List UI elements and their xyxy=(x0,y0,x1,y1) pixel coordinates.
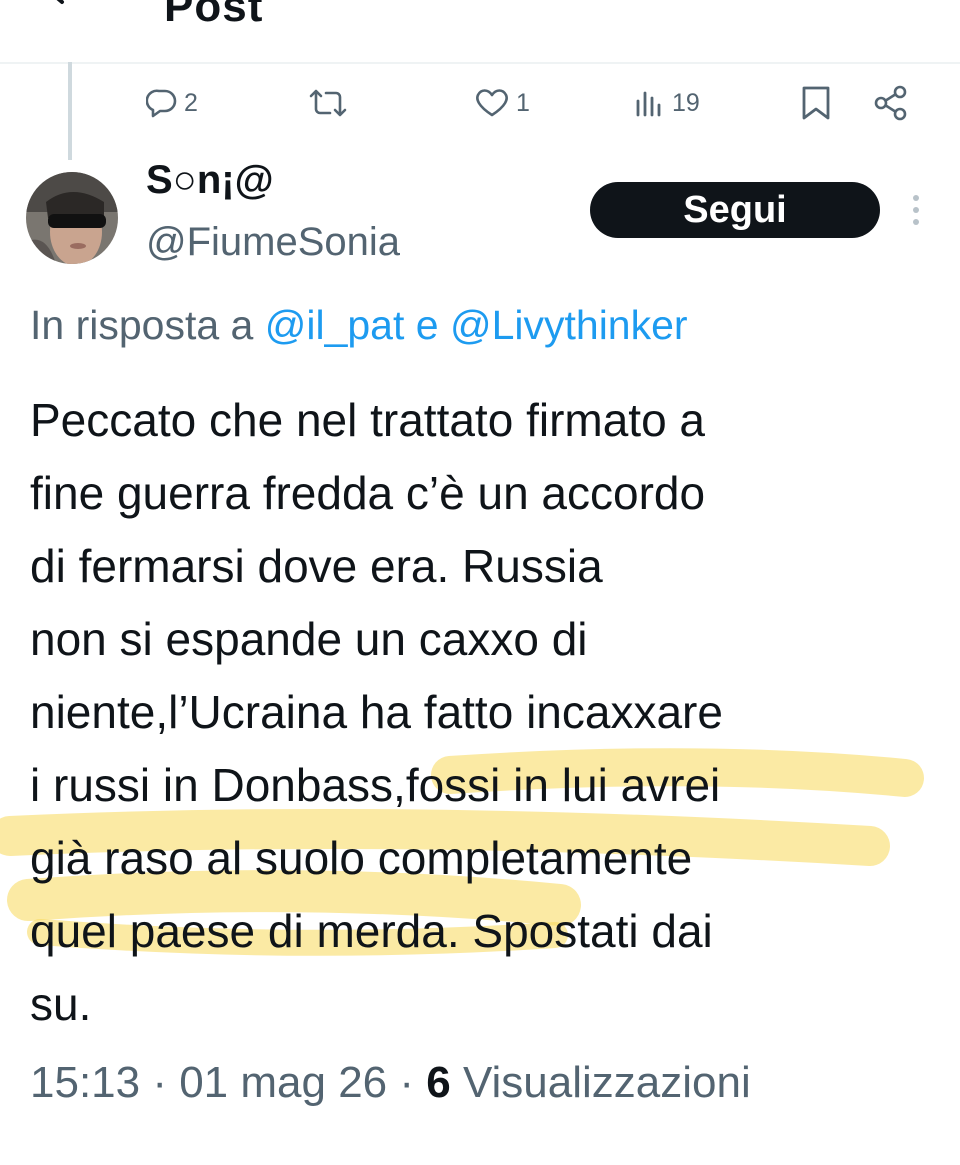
retweet-button[interactable] xyxy=(308,78,354,128)
views-count-total[interactable]: 6 xyxy=(426,1058,450,1107)
views-button[interactable]: 19 xyxy=(634,78,700,128)
tweet-line: niente,l’Ucraina ha fatto incaxxare xyxy=(30,686,723,738)
tweet-line: già raso al suolo completamente xyxy=(30,832,693,884)
views-label: Visualizzazioni xyxy=(450,1058,751,1107)
tweet-line: Peccato che nel trattato firmato a xyxy=(30,394,706,446)
tweet-line: fine guerra fredda c’è un accordo xyxy=(30,467,706,519)
author-handle[interactable]: @FiumeSonia xyxy=(146,220,400,265)
like-button[interactable]: 1 xyxy=(474,78,530,128)
reply-context-prefix: In risposta a xyxy=(30,302,265,348)
arrow-left-icon[interactable] xyxy=(38,0,88,22)
tweet-line: quel paese di merda. Spostati dai xyxy=(30,905,713,957)
follow-button[interactable]: Segui xyxy=(590,182,880,238)
share-icon xyxy=(874,85,907,121)
tweet-line: i russi in Donbass,fossi in lui avrei xyxy=(30,759,721,811)
bookmark-icon xyxy=(802,86,830,120)
reply-count: 2 xyxy=(184,88,198,117)
avatar[interactable] xyxy=(26,172,118,264)
tweet-line: di fermarsi dove era. Russia xyxy=(30,540,603,592)
bookmark-button[interactable] xyxy=(800,78,832,128)
views-count: 19 xyxy=(672,88,700,117)
top-bar: Post xyxy=(0,0,960,64)
mention-link-1[interactable]: @il_pat xyxy=(265,302,405,348)
share-button[interactable] xyxy=(872,78,910,128)
timestamp[interactable]: 15:13 · 01 mag 26 · xyxy=(30,1058,426,1107)
more-options-icon[interactable] xyxy=(906,192,926,228)
reply-context: In risposta a @il_pat e @Livythinker xyxy=(30,302,688,349)
like-count: 1 xyxy=(516,88,530,117)
reply-context-joiner: e xyxy=(404,302,450,348)
heart-icon xyxy=(476,89,508,117)
parent-post-action-bar: 2 1 19 xyxy=(0,78,960,128)
post-meta: 15:13 · 01 mag 26 · 6 Visualizzazioni xyxy=(30,1058,751,1108)
reply-icon xyxy=(146,89,177,118)
tweet-body: Peccato che nel trattato firmato a fine … xyxy=(30,384,930,1041)
retweet-icon xyxy=(309,89,347,117)
reply-button[interactable]: 2 xyxy=(146,78,198,128)
avatar-image xyxy=(26,172,118,264)
author-display-name[interactable]: S○n¡@ xyxy=(146,158,274,203)
mention-link-2[interactable]: @Livythinker xyxy=(450,302,688,348)
page-title: Post xyxy=(164,0,264,31)
tweet-line: su. xyxy=(30,978,92,1030)
tweet-line: non si espande un caxxo di xyxy=(30,613,588,665)
analytics-icon xyxy=(636,91,661,117)
